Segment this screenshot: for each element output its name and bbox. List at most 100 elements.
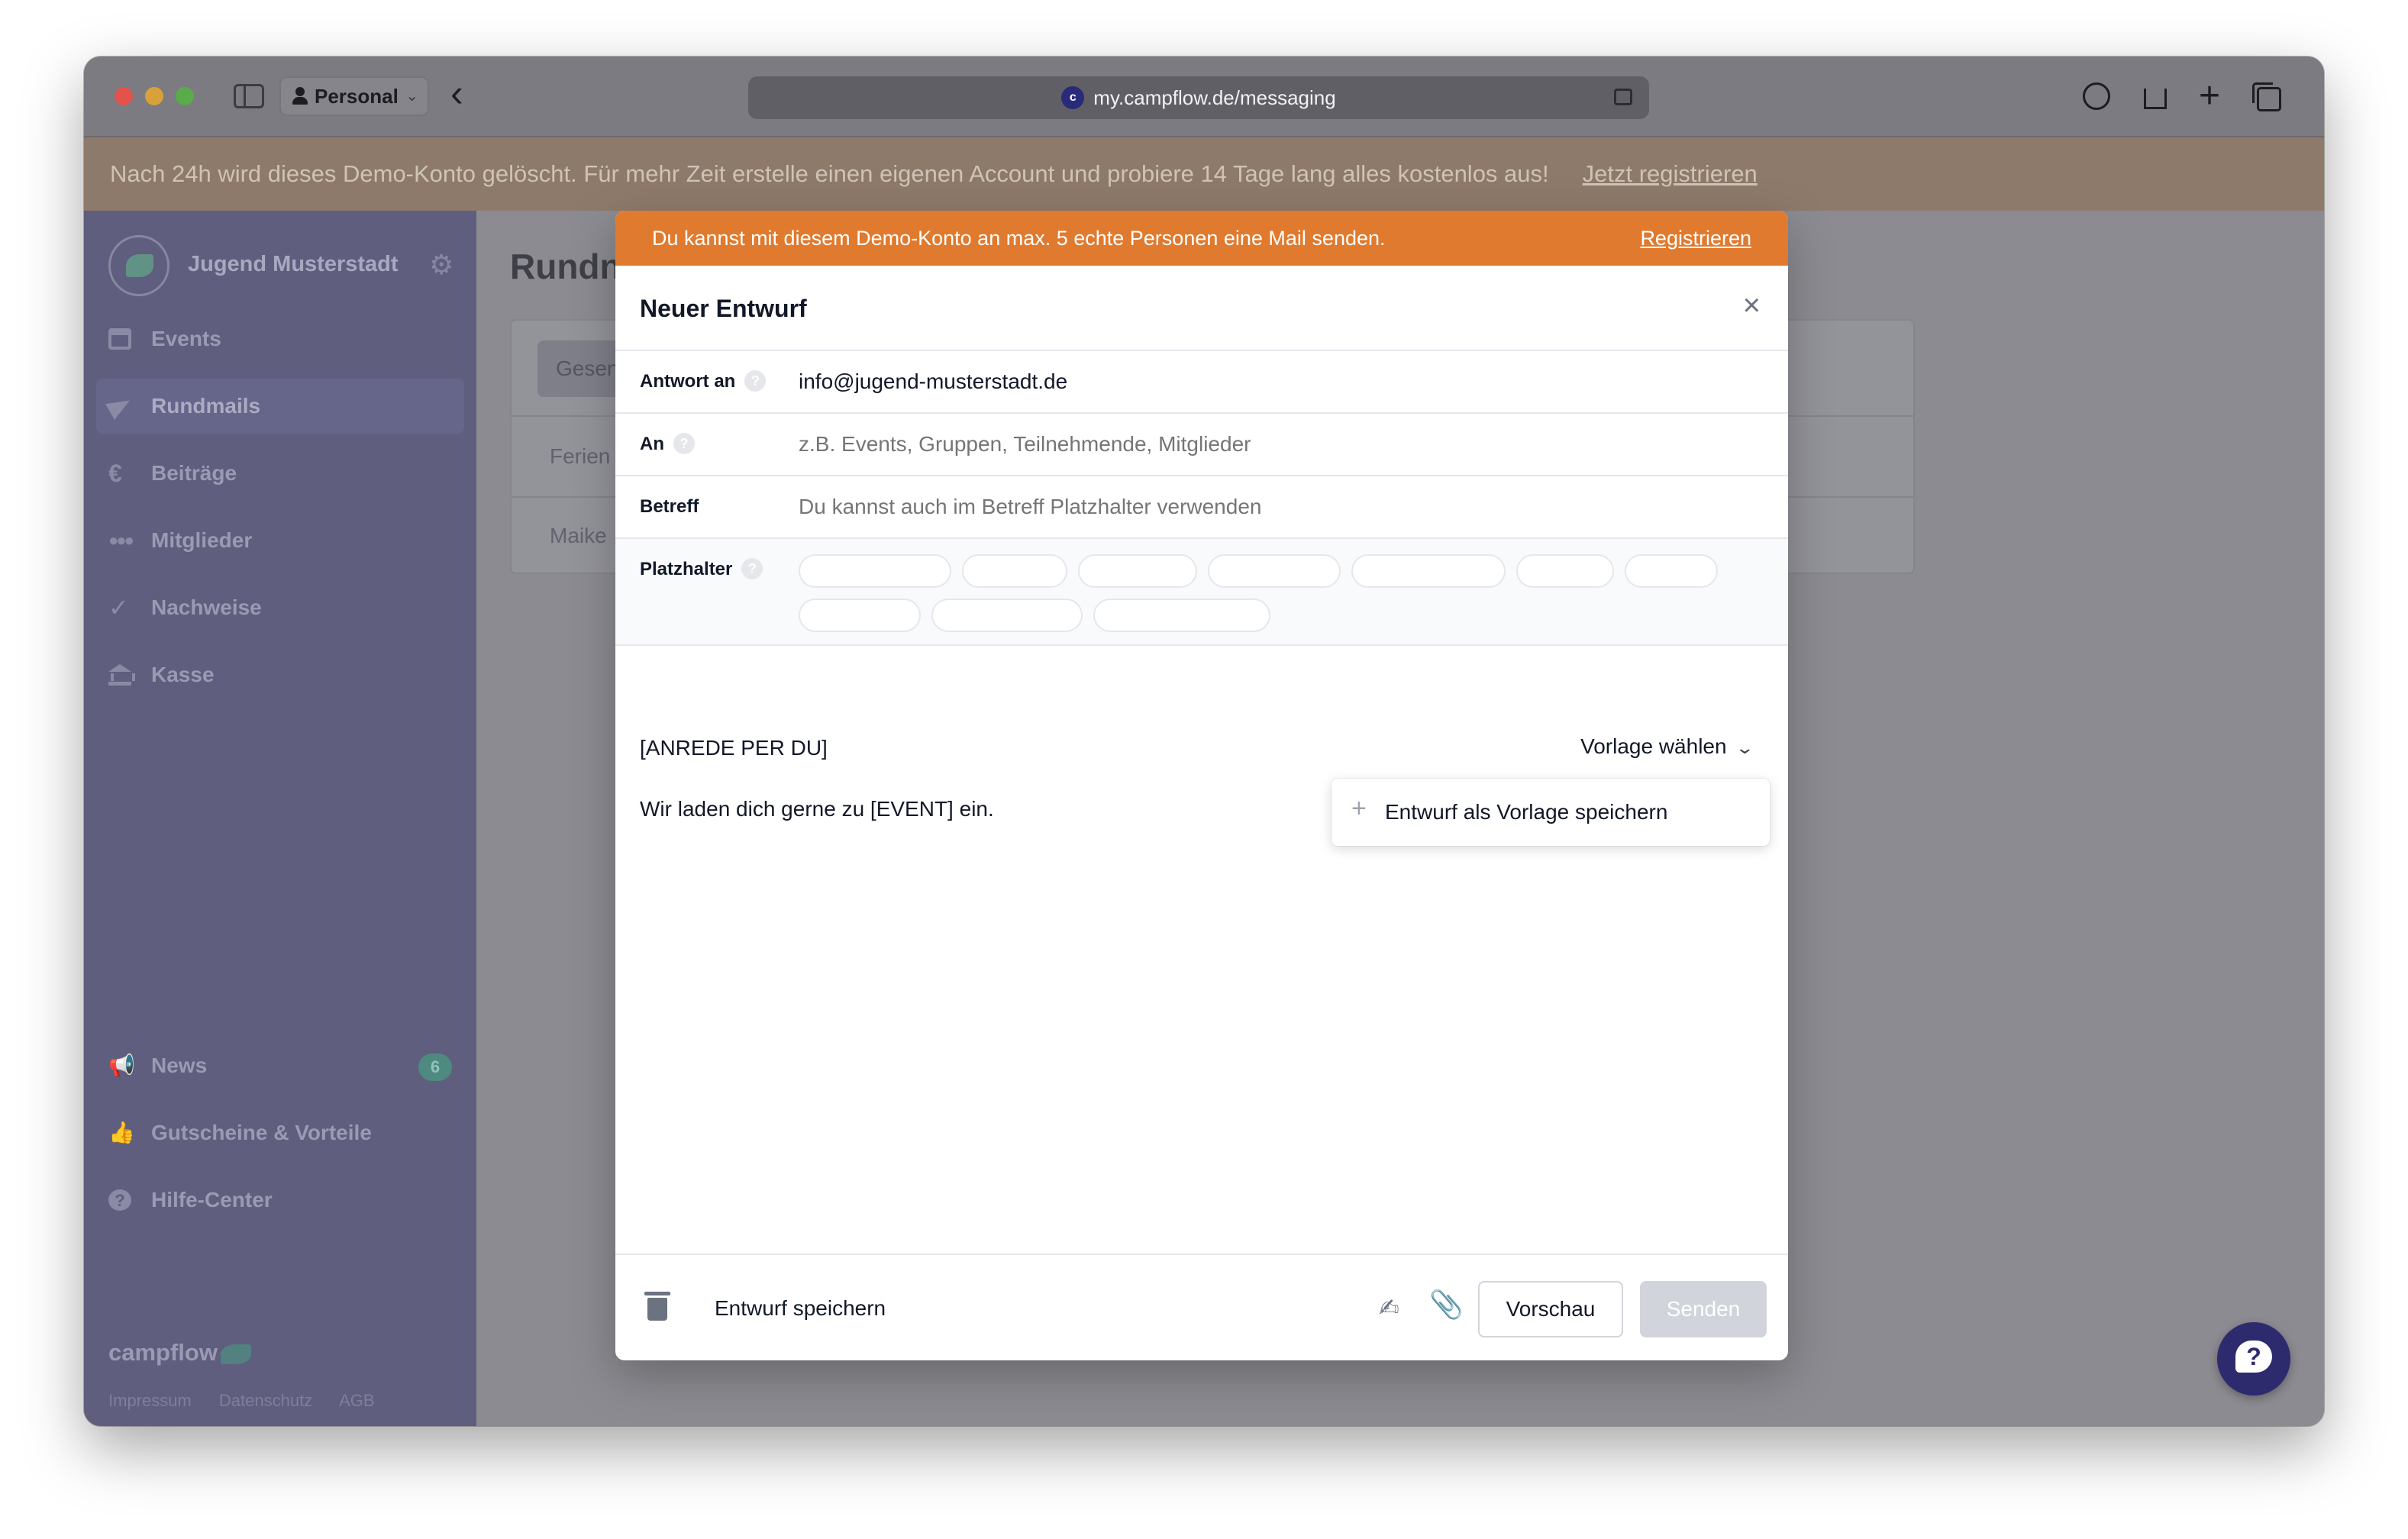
help-chat-button[interactable]: ? — [2217, 1322, 2290, 1395]
datenschutz-link[interactable]: Datenschutz — [219, 1391, 312, 1410]
sidebar-item-label: Mitglieder — [151, 528, 253, 552]
sidebar-item-events[interactable]: Events — [96, 311, 464, 366]
preview-button[interactable]: Vorschau — [1478, 1281, 1623, 1337]
dialog-footer: Entwurf speichern ✍ 📎 Vorschau Senden — [615, 1253, 1788, 1360]
help-circle-icon: ? — [108, 1189, 131, 1211]
gear-icon[interactable]: ⚙ — [429, 249, 454, 281]
thumbs-up-icon: 👍 — [108, 1121, 135, 1144]
placeholder-chip[interactable] — [1516, 554, 1614, 588]
megaphone-icon: 📢 — [108, 1053, 135, 1077]
footer-links: Impressum Datenschutz AGB — [108, 1391, 398, 1411]
placeholder-chip[interactable] — [1078, 554, 1197, 588]
profile-label: Personal — [315, 85, 399, 108]
reader-mode-icon[interactable] — [1614, 89, 1632, 105]
check-icon: ✓ — [108, 594, 129, 621]
register-now-link[interactable]: Jetzt registrieren — [1583, 160, 1758, 187]
download-icon[interactable] — [2077, 76, 2116, 116]
close-icon[interactable]: × — [1743, 289, 1761, 323]
sidebar-item-rundmails[interactable]: Rundmails — [96, 379, 464, 434]
sidebar-item-label: Gutscheine & Vorteile — [151, 1121, 372, 1144]
sidebar-item-label: Beiträge — [151, 461, 237, 485]
calendar-icon — [108, 328, 131, 350]
sidebar-item-beitraege[interactable]: € Beiträge — [96, 446, 464, 501]
zoom-window-button[interactable] — [176, 87, 194, 105]
close-window-button[interactable] — [115, 87, 133, 105]
template-dropdown-menu: + Entwurf als Vorlage speichern — [1332, 779, 1770, 846]
sidebar-item-mitglieder[interactable]: ●●● Mitglieder — [96, 513, 464, 568]
reply-to-row: Antwort an? info@jugend-musterstadt.de — [615, 351, 1788, 414]
paperclip-icon[interactable]: 📎 — [1429, 1289, 1464, 1321]
save-draft-button[interactable]: Entwurf speichern — [715, 1296, 886, 1321]
sidebar-item-nachweise[interactable]: ✓ Nachweise — [96, 580, 464, 635]
demo-banner: Nach 24h wird dieses Demo-Konto gelöscht… — [84, 137, 2324, 211]
campflow-logo: campflow — [108, 1339, 251, 1366]
org-name: Jugend Musterstadt — [188, 252, 399, 276]
agb-link[interactable]: AGB — [339, 1391, 374, 1410]
campflow-mark-icon — [220, 1344, 251, 1364]
send-button[interactable]: Senden — [1640, 1281, 1767, 1337]
org-logo-icon — [108, 235, 169, 296]
sidebar-item-kasse[interactable]: Kasse — [96, 647, 464, 702]
template-select[interactable]: Vorlage wählen ⌄ — [1580, 734, 1754, 759]
placeholder-chip[interactable] — [799, 598, 921, 632]
subject-row: Betreff — [615, 476, 1788, 539]
new-tab-icon[interactable]: + — [2190, 76, 2229, 116]
sidebar-item-news[interactable]: 📢 News 6 — [96, 1038, 464, 1093]
sidebar-item-hilfe-center[interactable]: ? Hilfe-Center — [96, 1173, 464, 1228]
news-count-badge: 6 — [418, 1053, 452, 1081]
subject-input[interactable] — [799, 495, 1715, 519]
main-nav: Events Rundmails € Beiträge ●●● Mitglied… — [84, 311, 476, 715]
person-icon — [292, 87, 308, 105]
share-icon[interactable] — [2133, 76, 2173, 116]
euro-icon: € — [108, 460, 122, 487]
chevron-down-icon: ⌄ — [405, 88, 418, 105]
org-header[interactable]: Jugend Musterstadt ⚙ — [108, 235, 460, 296]
demo-limit-warning: Du kannst mit diesem Demo-Konto an max. … — [615, 211, 1788, 266]
sidebar-item-label: News — [151, 1053, 208, 1077]
recipients-input[interactable] — [799, 432, 1715, 457]
url-bar[interactable]: c my.campflow.de/messaging — [748, 76, 1649, 119]
subject-label: Betreff — [640, 496, 699, 517]
question-chat-icon: ? — [2235, 1341, 2272, 1373]
sidebar-item-gutscheine[interactable]: 👍 Gutscheine & Vorteile — [96, 1105, 464, 1160]
site-favicon-icon: c — [1061, 86, 1085, 110]
register-link[interactable]: Registrieren — [1640, 211, 1751, 266]
placeholder-chip[interactable] — [799, 554, 951, 588]
chevron-down-icon: ⌄ — [1734, 738, 1754, 757]
new-draft-dialog: Du kannst mit diesem Demo-Konto an max. … — [615, 211, 1788, 1360]
list-item: Ferien — [550, 444, 611, 468]
impressum-link[interactable]: Impressum — [108, 1391, 192, 1410]
tab-overview-icon[interactable] — [2246, 76, 2286, 116]
back-arrow-icon[interactable]: ‹ — [450, 70, 463, 116]
profile-button[interactable]: Personal ⌄ — [279, 76, 429, 116]
dialog-title: Neuer Entwurf — [640, 295, 807, 322]
browser-toolbar: Personal ⌄ ‹ c my.campflow.de/messaging + — [84, 56, 2324, 137]
placeholders-label: Platzhalter? — [640, 557, 763, 581]
browser-window: Personal ⌄ ‹ c my.campflow.de/messaging +… — [84, 56, 2324, 1426]
placeholder-chip[interactable] — [1208, 554, 1341, 588]
trash-icon[interactable] — [644, 1292, 670, 1321]
brand-name: campflow — [108, 1339, 218, 1366]
app-sidebar: Jugend Musterstadt ⚙ Events Rundmails € … — [84, 211, 476, 1426]
signature-icon[interactable]: ✍ — [1379, 1293, 1399, 1322]
placeholder-chip[interactable] — [962, 554, 1067, 588]
placeholder-chip[interactable] — [1093, 598, 1270, 632]
to-label-text: An — [640, 434, 664, 454]
help-icon[interactable]: ? — [744, 369, 767, 392]
demo-banner-text: Nach 24h wird dieses Demo-Konto gelöscht… — [110, 160, 1549, 187]
minimize-window-button[interactable] — [145, 87, 163, 105]
sidebar-item-label: Kasse — [151, 663, 215, 686]
placeholders-label-text: Platzhalter — [640, 559, 733, 579]
help-icon[interactable]: ? — [741, 557, 763, 579]
secondary-nav: 📢 News 6 👍 Gutscheine & Vorteile ? Hilfe… — [84, 1038, 476, 1240]
help-icon[interactable]: ? — [673, 432, 695, 454]
placeholder-chip[interactable] — [1625, 554, 1718, 588]
reply-to-value[interactable]: info@jugend-musterstadt.de — [799, 369, 1067, 394]
url-text: my.campflow.de/messaging — [1093, 86, 1336, 109]
placeholder-chip[interactable] — [1351, 554, 1506, 588]
save-as-template-item[interactable]: Entwurf als Vorlage speichern — [1385, 800, 1667, 824]
sidebar-toggle-icon[interactable] — [234, 84, 264, 108]
placeholder-chip[interactable] — [931, 598, 1083, 632]
plus-icon: + — [1351, 794, 1367, 823]
template-select-label: Vorlage wählen — [1580, 734, 1727, 758]
